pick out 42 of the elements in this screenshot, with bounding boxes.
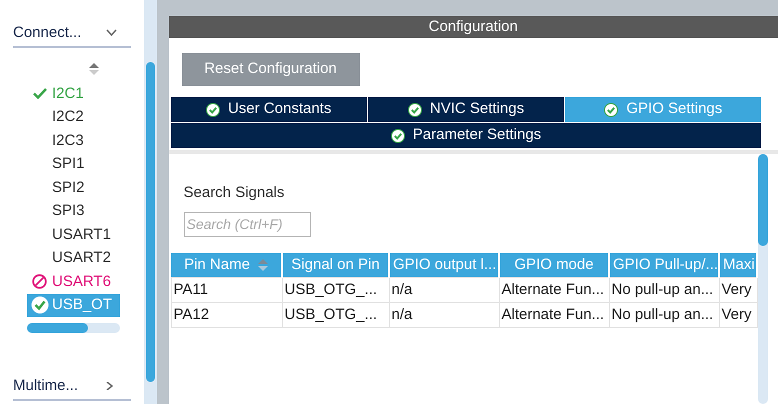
table-cell: Very xyxy=(719,278,757,302)
peripheral-item[interactable]: SPI2 xyxy=(27,176,120,200)
peripheral-item[interactable]: SPI3 xyxy=(27,200,120,223)
category-header[interactable]: Multime... xyxy=(13,373,131,401)
search-field[interactable]: Search (Ctrl+F) xyxy=(184,212,310,236)
table-cell: USB_OTG_... xyxy=(282,302,389,328)
table-cell: n/a xyxy=(389,302,499,328)
table-cell: PA12 xyxy=(171,302,282,328)
peripheral-item[interactable]: I2C2 xyxy=(27,106,120,129)
category-header[interactable]: Connect... xyxy=(13,20,131,48)
table-cell: No pull-up an... xyxy=(609,302,719,328)
settings-tab[interactable]: NVIC Settings xyxy=(368,97,564,122)
table-cell: No pull-up an... xyxy=(609,278,719,302)
table-cell: PA11 xyxy=(171,278,282,302)
vertical-scrollbar[interactable] xyxy=(144,0,157,404)
panel-title: Configuration xyxy=(168,16,778,38)
check-circle-icon xyxy=(408,102,422,116)
table-cell: Alternate Fun... xyxy=(499,302,609,328)
peripheral-item[interactable]: USART2 xyxy=(27,246,120,270)
check-icon xyxy=(32,88,46,100)
peripheral-item[interactable]: I2C3 xyxy=(27,129,120,152)
search-label: Search Signals xyxy=(184,183,286,203)
settings-tab[interactable]: Parameter Settings xyxy=(170,123,762,148)
peripheral-item[interactable]: SPI1 xyxy=(27,152,120,176)
peripheral-item[interactable]: USART1 xyxy=(27,223,120,246)
chevron-icon xyxy=(106,29,117,37)
check-circle-icon xyxy=(30,296,48,314)
table-cell: Very xyxy=(719,302,757,328)
prohibited-icon xyxy=(32,274,47,290)
peripheral-item[interactable]: USART6 xyxy=(27,270,120,294)
sort-icon xyxy=(258,258,268,271)
sort-icon[interactable] xyxy=(88,62,100,76)
check-circle-icon xyxy=(604,102,618,116)
table-cell: USB_OTG_... xyxy=(282,278,389,302)
check-circle-icon xyxy=(390,128,405,142)
table-cell: n/a xyxy=(389,278,499,302)
horizontal-scrollbar[interactable] xyxy=(27,323,120,333)
vertical-scrollbar[interactable] xyxy=(758,154,768,404)
settings-tab[interactable]: User Constants xyxy=(170,97,367,122)
table-cell: Alternate Fun... xyxy=(499,278,609,302)
check-circle-icon xyxy=(206,102,220,116)
chevron-icon xyxy=(104,382,115,390)
